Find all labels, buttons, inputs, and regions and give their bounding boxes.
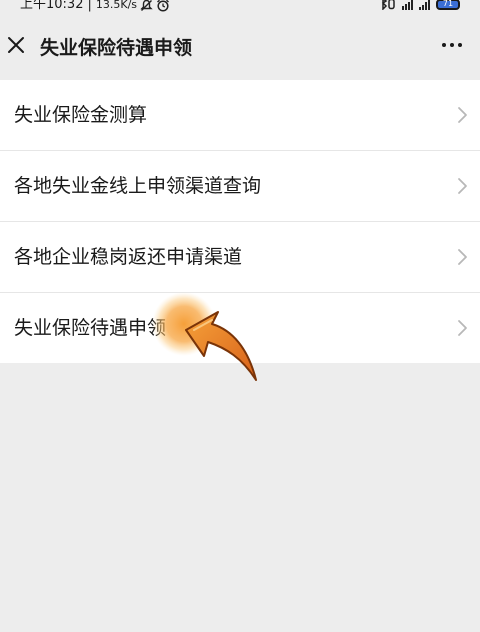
- bluetooth-icon: [381, 0, 395, 10]
- alarm-icon: [157, 0, 169, 12]
- chevron-right-icon: [458, 107, 467, 123]
- signal-icon: [402, 0, 413, 10]
- menu-list: 失业保险金测算 各地失业金线上申领渠道查询 各地企业稳岗返还申请渠道 失业保险待…: [0, 80, 480, 363]
- chevron-right-icon: [458, 178, 467, 194]
- menu-item-label: 各地企业稳岗返还申请渠道: [14, 246, 243, 268]
- status-time: 上午10:32: [20, 0, 84, 12]
- page-title: 失业保险待遇申领: [40, 37, 193, 59]
- chevron-right-icon: [458, 249, 467, 265]
- mute-icon: [140, 0, 153, 11]
- chevron-right-icon: [458, 320, 467, 336]
- menu-item-label: 各地失业金线上申领渠道查询: [14, 175, 262, 197]
- more-icon[interactable]: [442, 43, 462, 47]
- menu-item-benefit-application[interactable]: 失业保险待遇申领: [0, 293, 480, 363]
- menu-item-online-channels[interactable]: 各地失业金线上申领渠道查询: [0, 151, 480, 222]
- signal-icon-2: [419, 0, 430, 10]
- status-bar: 上午10:32 | 13.5K/s 71: [0, 0, 480, 16]
- menu-item-job-stabilization-refund[interactable]: 各地企业稳岗返还申请渠道: [0, 222, 480, 293]
- menu-item-label: 失业保险金测算: [14, 104, 148, 126]
- status-separator: |: [87, 0, 92, 12]
- nav-bar: 失业保险待遇申领: [0, 16, 480, 78]
- status-left: 上午10:32 | 13.5K/s: [20, 0, 170, 12]
- status-right: 71: [380, 0, 460, 10]
- battery-icon: 71: [436, 0, 460, 10]
- menu-item-label: 失业保险待遇申领: [14, 317, 167, 339]
- status-net-speed: 13.5K/s: [95, 0, 138, 11]
- close-icon[interactable]: [6, 35, 26, 55]
- menu-item-unemployment-calculator[interactable]: 失业保险金测算: [0, 80, 480, 151]
